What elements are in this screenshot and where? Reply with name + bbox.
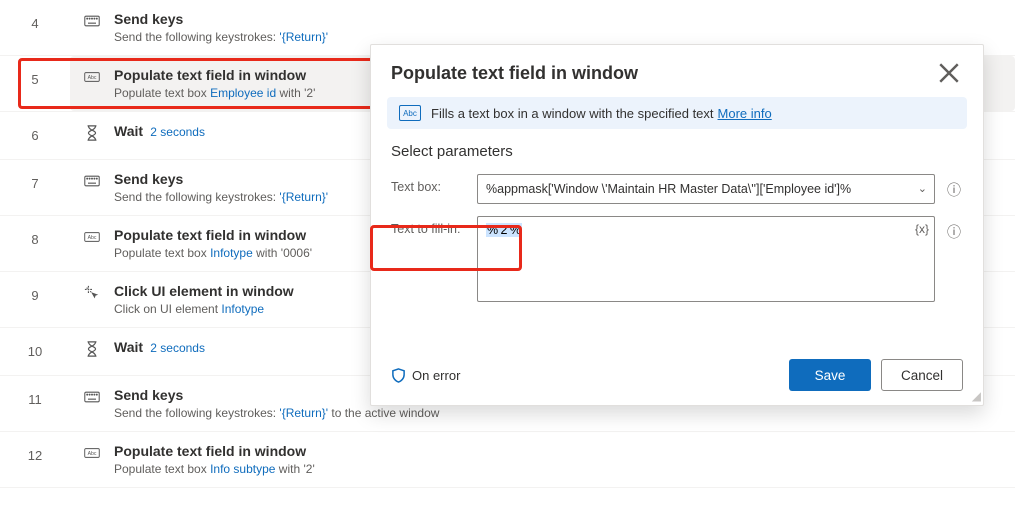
save-button[interactable]: Save (789, 359, 871, 391)
step-subtitle: Send the following keystrokes: '{Return}… (114, 29, 328, 45)
hourglass-icon (82, 124, 102, 142)
abc-icon: Abc (82, 228, 102, 246)
on-error-link[interactable]: On error (391, 368, 460, 383)
step-number: 5 (0, 56, 70, 87)
section-heading: Select parameters (391, 143, 963, 160)
step-title: Click UI element in window (114, 282, 294, 300)
svg-text:Abc: Abc (88, 75, 97, 81)
step-subtitle: Populate text box Infotype with '0006' (114, 245, 312, 261)
step-title: Send keys (114, 10, 328, 28)
keyboard-icon (82, 388, 102, 406)
action-properties-panel: Populate text field in window Abc Fills … (370, 44, 984, 406)
close-icon[interactable] (935, 59, 963, 87)
step-subtitle: Click on UI element Infotype (114, 301, 294, 317)
keyboard-icon (82, 12, 102, 30)
click-icon (82, 284, 102, 302)
step-subtitle: Populate text box Employee id with '2' (114, 85, 315, 101)
step-title: Send keys (114, 170, 328, 188)
cancel-button[interactable]: Cancel (881, 359, 963, 391)
text-to-fill-input[interactable]: %'2'% (477, 216, 935, 302)
step-title: Wait (114, 123, 143, 139)
fill-label: Text to fill-in: (391, 216, 477, 236)
step-row[interactable]: 12 Abc Populate text field in window Pop… (0, 432, 1015, 488)
step-number: 9 (0, 272, 70, 303)
panel-title: Populate text field in window (391, 63, 638, 84)
info-icon[interactable]: ⓘ (945, 216, 963, 242)
step-subtitle: Populate text box Info subtype with '2' (114, 461, 315, 477)
info-icon[interactable]: ⓘ (945, 174, 963, 200)
abc-icon: Abc (82, 68, 102, 86)
step-subtitle: Send the following keystrokes: '{Return}… (114, 189, 328, 205)
step-number: 10 (0, 328, 70, 359)
insert-variable-icon[interactable]: {x} (915, 222, 929, 236)
info-banner: Abc Fills a text box in a window with th… (387, 97, 967, 129)
more-info-link[interactable]: More info (718, 106, 772, 121)
svg-text:Abc: Abc (88, 235, 97, 241)
textbox-label: Text box: (391, 174, 477, 194)
step-title: Wait (114, 339, 143, 355)
keyboard-icon (82, 172, 102, 190)
step-number: 4 (0, 0, 70, 31)
textbox-selector[interactable] (477, 174, 935, 204)
step-number: 8 (0, 216, 70, 247)
step-title: Populate text field in window (114, 226, 312, 244)
abc-icon: Abc (399, 105, 421, 121)
svg-text:Abc: Abc (88, 451, 97, 457)
step-subtitle: Send the following keystrokes: '{Return}… (114, 405, 439, 421)
info-text: Fills a text box in a window with the sp… (431, 106, 714, 121)
step-number: 12 (0, 432, 70, 463)
step-number: 6 (0, 112, 70, 143)
step-number: 7 (0, 160, 70, 191)
hourglass-icon (82, 340, 102, 358)
step-title: Populate text field in window (114, 442, 315, 460)
abc-icon: Abc (82, 444, 102, 462)
step-number: 11 (0, 376, 70, 407)
step-title: Populate text field in window (114, 66, 315, 84)
